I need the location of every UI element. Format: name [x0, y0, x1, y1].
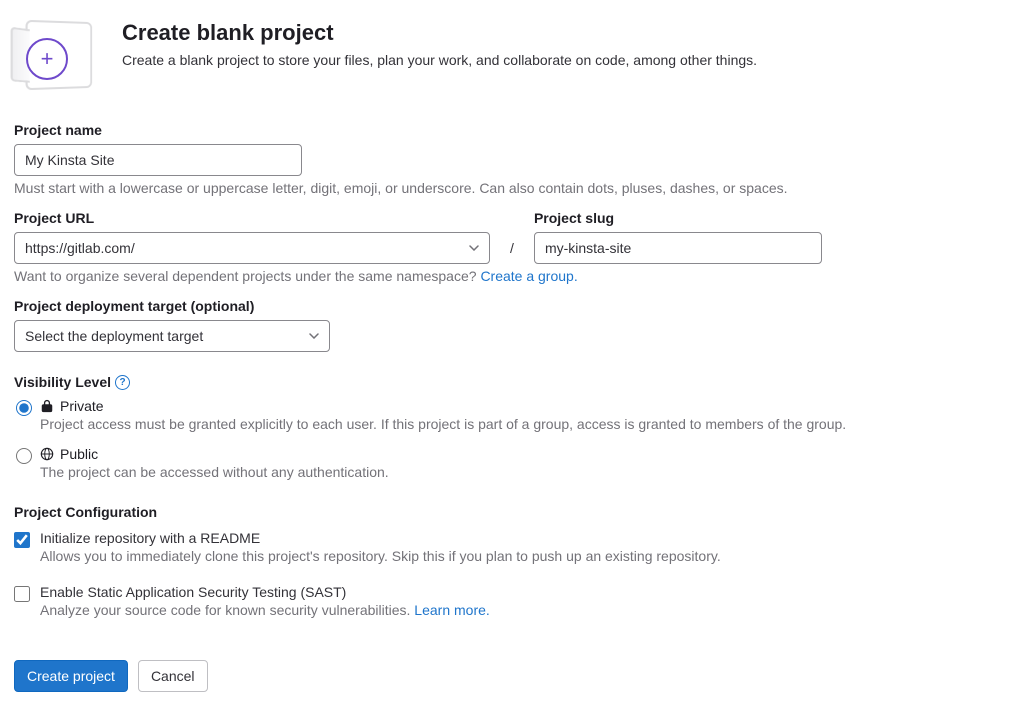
sast-desc: Analyze your source code for known secur…	[40, 602, 490, 618]
project-url-value: https://gitlab.com/	[25, 240, 135, 256]
deployment-target-label: Project deployment target (optional)	[14, 298, 1010, 314]
url-slug-separator: /	[506, 240, 518, 264]
project-slug-input[interactable]	[534, 232, 822, 264]
project-configuration-label: Project Configuration	[14, 504, 1010, 520]
namespace-help: Want to organize several dependent proje…	[14, 268, 1010, 284]
project-slug-label: Project slug	[534, 210, 1010, 226]
project-name-input[interactable]	[14, 144, 302, 176]
cancel-button[interactable]: Cancel	[138, 660, 208, 692]
chevron-down-icon	[469, 245, 479, 251]
create-project-button[interactable]: Create project	[14, 660, 128, 692]
sast-title: Enable Static Application Security Testi…	[40, 584, 490, 600]
plus-icon: +	[26, 38, 68, 80]
create-group-link[interactable]: Create a group.	[480, 268, 577, 284]
page-title: Create blank project	[122, 20, 757, 46]
readme-title: Initialize repository with a README	[40, 530, 721, 546]
visibility-public-radio[interactable]	[16, 448, 32, 464]
deployment-target-select[interactable]: Select the deployment target	[14, 320, 330, 352]
deployment-target-placeholder: Select the deployment target	[25, 328, 203, 344]
sast-desc-text: Analyze your source code for known secur…	[40, 602, 414, 618]
readme-checkbox[interactable]	[14, 532, 30, 548]
lock-icon	[40, 399, 54, 413]
visibility-level-label: Visibility Level	[14, 374, 111, 390]
project-name-label: Project name	[14, 122, 1010, 138]
chevron-down-icon	[309, 333, 319, 339]
visibility-public-title: Public	[60, 446, 98, 462]
namespace-help-text: Want to organize several dependent proje…	[14, 268, 480, 284]
globe-icon	[40, 447, 54, 461]
readme-desc: Allows you to immediately clone this pro…	[40, 548, 721, 564]
visibility-private-radio[interactable]	[16, 400, 32, 416]
visibility-private-title: Private	[60, 398, 104, 414]
project-icon: +	[14, 20, 94, 90]
help-icon[interactable]: ?	[115, 375, 130, 390]
sast-learn-more-link[interactable]: Learn more.	[414, 602, 489, 618]
sast-checkbox[interactable]	[14, 586, 30, 602]
page-subtitle: Create a blank project to store your fil…	[122, 52, 757, 68]
project-url-label: Project URL	[14, 210, 490, 226]
visibility-public-desc: The project can be accessed without any …	[40, 464, 1010, 480]
visibility-private-desc: Project access must be granted explicitl…	[40, 416, 1010, 432]
project-name-help: Must start with a lowercase or uppercase…	[14, 180, 1010, 196]
project-url-select[interactable]: https://gitlab.com/	[14, 232, 490, 264]
